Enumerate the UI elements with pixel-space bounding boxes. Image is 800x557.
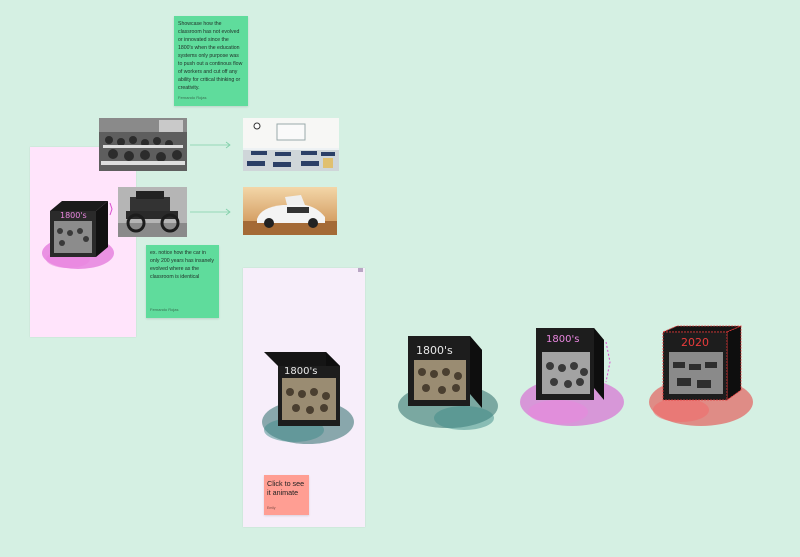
sticky-note-author: Fernando Rojas <box>178 95 207 100</box>
cube-2020-red[interactable]: 2020 <box>645 322 757 434</box>
arrow-classroom <box>190 141 231 149</box>
sticky-note-animate[interactable]: Click to see it animate Emily <box>264 475 309 515</box>
arrow-car <box>190 208 231 216</box>
sticky-note-car[interactable]: ex. notice how the car in only 200 years… <box>146 245 219 318</box>
cube-label: 1800's <box>60 211 87 220</box>
frame-resize-handle[interactable] <box>358 268 363 272</box>
sticky-note-author: Emily <box>267 506 276 510</box>
sticky-note-text: ex. notice how the car in only 200 years… <box>150 250 215 280</box>
cube-1800s-pink-small[interactable]: 1800's <box>38 195 118 275</box>
old-car-photo[interactable] <box>118 187 187 237</box>
sticky-note-classroom[interactable]: Showcase how the classroom has not evolv… <box>174 16 248 106</box>
cube-label: 2020 <box>681 336 709 349</box>
sticky-note-author: Fernando Rojas <box>150 307 179 312</box>
cube-label: 1800's <box>284 366 317 377</box>
sticky-note-text: Showcase how the classroom has not evolv… <box>178 21 243 91</box>
cube-1800s-frame[interactable]: 1800's <box>250 340 360 450</box>
cube-1800s-magenta[interactable]: 1800's <box>516 322 628 434</box>
cube-label: 1800's <box>546 334 579 345</box>
cube-label: 1800's <box>416 344 453 357</box>
modern-classroom-photo[interactable] <box>243 118 339 171</box>
old-classroom-photo[interactable] <box>99 118 187 171</box>
modern-car-photo[interactable] <box>243 187 337 235</box>
sticky-note-text: Click to see it animate <box>267 479 305 497</box>
cube-1800s-teal[interactable]: 1800's <box>394 326 506 438</box>
